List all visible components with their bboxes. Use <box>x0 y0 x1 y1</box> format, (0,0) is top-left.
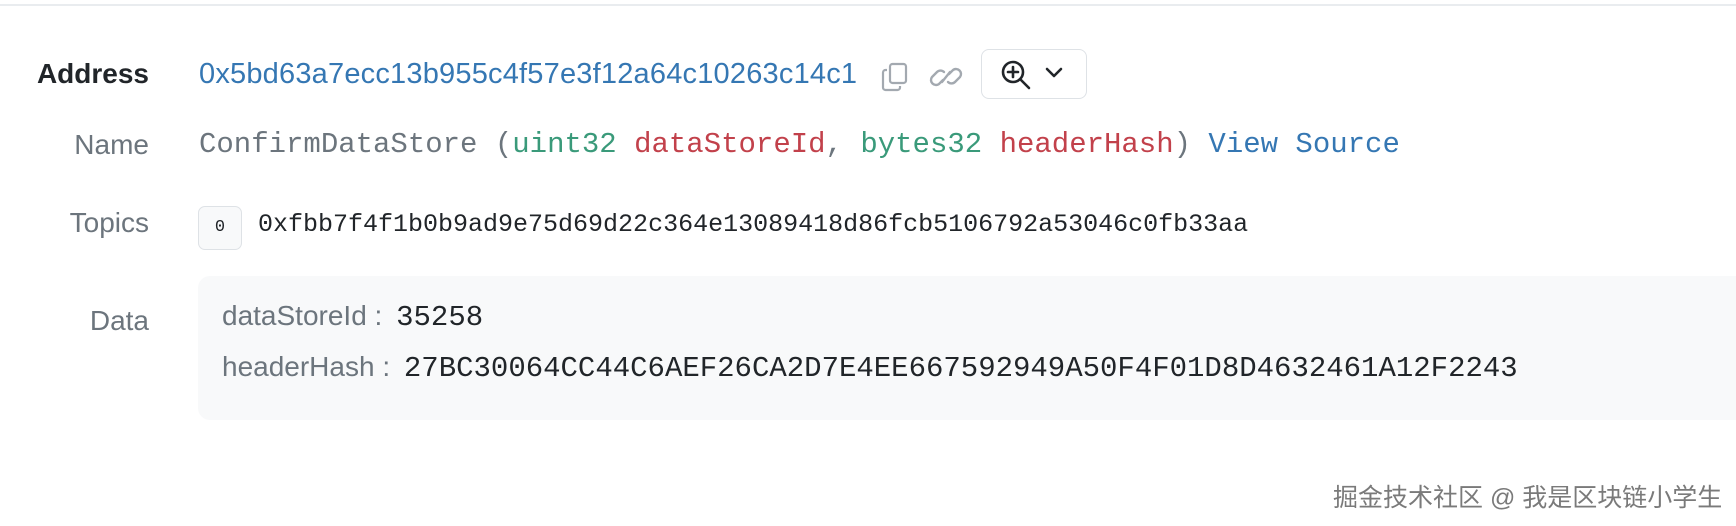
link-icon[interactable] <box>928 62 964 92</box>
name-label: Name <box>74 129 149 160</box>
param-name: headerHash <box>999 128 1174 161</box>
topic-hash: 0xfbb7f4f1b0b9ad9e75d69d22c364e13089418d… <box>258 210 1249 239</box>
data-value: 35258 <box>396 301 484 334</box>
copy-icon[interactable] <box>881 62 909 92</box>
data-label: Data <box>89 305 149 336</box>
data-value: 27BC30064CC44C6AEF26CA2D7E4EE667592949A5… <box>403 352 1518 385</box>
decoded-data-box: dataStoreId : 35258 headerHash : 27BC300… <box>198 276 1736 420</box>
topics-label: Topics <box>69 207 149 238</box>
data-separator: : <box>366 300 391 331</box>
zoom-dropdown-button[interactable] <box>981 49 1087 99</box>
top-divider <box>0 4 1736 6</box>
watermark: 掘金技术社区 @ 我是区块链小学生 <box>1333 484 1723 512</box>
address-link[interactable]: 0x5bd63a7ecc13b955c4f57e3f12a64c10263c14… <box>199 58 857 91</box>
chevron-down-icon <box>1044 66 1064 85</box>
address-label: Address <box>36 58 149 89</box>
data-separator: : <box>374 351 398 382</box>
function-name: ConfirmDataStore <box>199 128 478 161</box>
topic-index-badge: 0 <box>198 206 242 250</box>
function-signature: ConfirmDataStore (uint32 dataStoreId, by… <box>199 128 1400 161</box>
data-entry: dataStoreId : 35258 <box>222 300 483 334</box>
param-name: dataStoreId <box>634 128 826 161</box>
view-source-link[interactable]: View Source <box>1208 128 1399 161</box>
zoom-in-icon <box>1000 59 1032 96</box>
param-separator: , <box>825 128 861 161</box>
data-entry: headerHash : 27BC30064CC44C6AEF26CA2D7E4… <box>222 351 1518 385</box>
close-paren: ) <box>1173 128 1192 161</box>
open-paren: ( <box>477 128 513 161</box>
param-type: uint32 <box>512 128 617 161</box>
data-key: dataStoreId <box>222 300 367 331</box>
param-type: bytes32 <box>860 128 983 161</box>
data-key: headerHash <box>222 351 375 382</box>
